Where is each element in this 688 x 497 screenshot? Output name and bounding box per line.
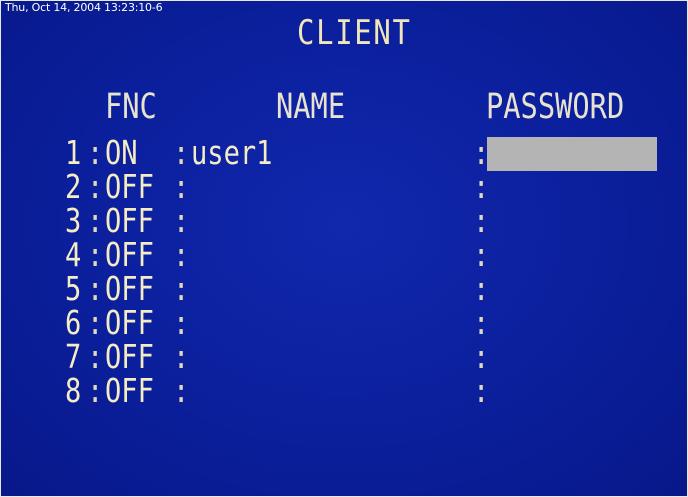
separator: : (173, 337, 190, 376)
separator: : (473, 201, 490, 240)
fnc-toggle[interactable]: OFF (105, 339, 154, 375)
client-row[interactable]: 1: ON: user1: (1, 133, 687, 172)
row-number: 3 (65, 201, 82, 240)
header-password: PASSWORD (486, 87, 625, 127)
client-row[interactable]: 2: OFF:: (1, 167, 687, 206)
separator: : (173, 235, 190, 274)
separator: : (173, 269, 190, 308)
row-number: 7 (65, 337, 82, 376)
row-number: 1 (65, 133, 82, 172)
fnc-toggle[interactable]: OFF (105, 373, 154, 409)
page-title: CLIENT (297, 13, 412, 53)
client-row[interactable]: 5: OFF:: (1, 269, 687, 308)
separator: : (87, 201, 104, 240)
fnc-toggle[interactable]: OFF (105, 203, 154, 239)
separator: : (173, 371, 190, 410)
separator: : (87, 167, 104, 206)
client-row[interactable]: 7: OFF:: (1, 337, 687, 376)
name-field[interactable]: user1 (191, 135, 272, 171)
separator: : (473, 235, 490, 274)
password-field[interactable] (487, 137, 657, 171)
row-number: 5 (65, 269, 82, 308)
separator: : (473, 167, 490, 206)
timestamp: Thu, Oct 14, 2004 13:23:10-6 (5, 1, 163, 14)
separator: : (473, 337, 490, 376)
separator: : (87, 371, 104, 410)
separator: : (173, 167, 190, 206)
separator: : (87, 337, 104, 376)
fnc-toggle[interactable]: OFF (105, 271, 154, 307)
separator: : (473, 371, 490, 410)
fnc-toggle[interactable]: OFF (105, 305, 154, 341)
client-row[interactable]: 4: OFF:: (1, 235, 687, 274)
osd-screen: Thu, Oct 14, 2004 13:23:10-6 CLIENT FNC … (0, 0, 688, 497)
client-row[interactable]: 6: OFF:: (1, 303, 687, 342)
separator: : (473, 269, 490, 308)
separator: : (173, 303, 190, 342)
header-name: NAME (276, 87, 346, 127)
separator: : (87, 303, 104, 342)
row-number: 6 (65, 303, 82, 342)
row-number: 8 (65, 371, 82, 410)
row-number: 2 (65, 167, 82, 206)
separator: : (87, 235, 104, 274)
header-fnc: FNC (105, 87, 157, 127)
fnc-toggle[interactable]: OFF (105, 237, 154, 273)
client-row[interactable]: 8: OFF:: (1, 371, 687, 410)
fnc-toggle[interactable]: OFF (105, 169, 154, 205)
row-number: 4 (65, 235, 82, 274)
separator: : (473, 303, 490, 342)
client-row[interactable]: 3: OFF:: (1, 201, 687, 240)
separator: : (173, 133, 190, 172)
separator: : (87, 269, 104, 308)
fnc-toggle[interactable]: ON (105, 135, 138, 171)
separator: : (173, 201, 190, 240)
separator: : (87, 133, 104, 172)
